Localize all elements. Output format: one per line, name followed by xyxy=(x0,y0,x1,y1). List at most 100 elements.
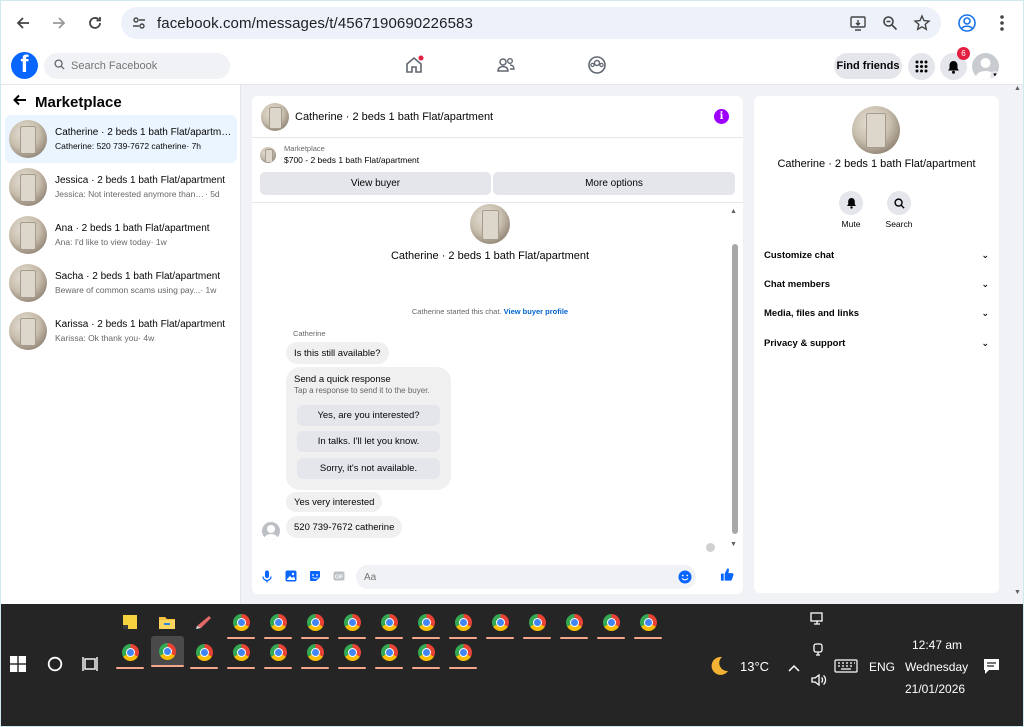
conversation-name: Catherine · 2 beds 1 bath Flat/apartment xyxy=(55,127,233,138)
microphone-icon[interactable] xyxy=(260,569,274,583)
page-scrollbar[interactable]: ▲ ▼ xyxy=(1013,85,1023,605)
chrome-icon[interactable] xyxy=(375,608,403,639)
menu-chat-members[interactable]: Chat members ⌄ xyxy=(764,274,989,294)
account-avatar[interactable]: ▾ xyxy=(972,53,999,80)
url-text[interactable]: facebook.com/messages/t/4567190690226583 xyxy=(157,15,473,32)
chrome-icon[interactable] xyxy=(338,638,366,669)
quick-response-subtitle: Tap a response to send it to the buyer. xyxy=(294,386,430,395)
bookmark-star-icon[interactable] xyxy=(913,14,931,37)
chrome-icon[interactable] xyxy=(412,638,440,669)
keyboard-icon[interactable] xyxy=(834,659,858,678)
chrome-icon[interactable] xyxy=(264,638,292,669)
view-buyer-profile-link[interactable]: View buyer profile xyxy=(504,307,568,316)
sticky-notes-icon[interactable] xyxy=(116,608,144,636)
clock-day[interactable]: Wednesday xyxy=(905,660,968,674)
back-icon[interactable] xyxy=(5,5,41,41)
quick-reply-button[interactable]: Yes, are you interested? xyxy=(297,405,440,426)
chrome-icon[interactable] xyxy=(449,608,477,639)
chrome-icon[interactable] xyxy=(338,608,366,639)
info-icon[interactable]: i xyxy=(714,109,729,124)
search-chat-button[interactable]: Search xyxy=(879,191,919,229)
find-friends-button[interactable]: Find friends xyxy=(834,53,902,79)
scroll-down-icon[interactable]: ▼ xyxy=(730,541,737,548)
menu-media-files[interactable]: Media, files and links ⌄ xyxy=(764,303,989,323)
reload-icon[interactable] xyxy=(77,5,113,41)
quick-reply-button[interactable]: In talks. I'll let you know. xyxy=(297,431,440,452)
chrome-icon[interactable] xyxy=(449,638,477,669)
site-settings-icon[interactable] xyxy=(131,15,147,36)
chrome-icon[interactable] xyxy=(301,608,329,639)
facebook-search[interactable] xyxy=(44,53,230,79)
scroll-thumb[interactable] xyxy=(732,244,738,534)
notifications-button[interactable]: 6 xyxy=(940,47,970,80)
chrome-icon[interactable] xyxy=(523,608,551,639)
conversation-item[interactable]: Sacha · 2 beds 1 bath Flat/apartment Bew… xyxy=(5,259,237,307)
chrome-icon[interactable] xyxy=(486,608,514,639)
install-app-icon[interactable] xyxy=(849,14,867,37)
conversation-item[interactable]: Catherine · 2 beds 1 bath Flat/apartment… xyxy=(5,115,237,163)
conversation-item[interactable]: Ana · 2 beds 1 bath Flat/apartment Ana: … xyxy=(5,211,237,259)
windows-start-icon[interactable] xyxy=(10,656,26,677)
facebook-logo-icon[interactable]: f xyxy=(11,52,38,79)
chrome-icon[interactable] xyxy=(227,638,255,669)
browser-menu-icon[interactable] xyxy=(997,13,1007,38)
volume-icon[interactable] xyxy=(810,672,828,693)
conversation-item[interactable]: Karissa · 2 beds 1 bath Flat/apartment K… xyxy=(5,307,237,355)
scroll-down-icon[interactable]: ▼ xyxy=(1014,589,1021,596)
temperature[interactable]: 13°C xyxy=(740,659,769,674)
menu-customize-chat[interactable]: Customize chat ⌄ xyxy=(764,245,989,265)
mute-button[interactable]: Mute xyxy=(831,191,871,229)
chrome-icon[interactable] xyxy=(412,608,440,639)
gif-icon[interactable]: GIF xyxy=(332,569,346,583)
network-icon[interactable] xyxy=(810,612,826,631)
profile-icon[interactable] xyxy=(957,13,977,38)
sticker-icon[interactable] xyxy=(308,569,322,583)
conversation-item[interactable]: Jessica · 2 beds 1 bath Flat/apartment J… xyxy=(5,163,237,211)
chrome-icon[interactable] xyxy=(116,638,144,669)
chrome-icon[interactable] xyxy=(301,638,329,669)
search-input[interactable] xyxy=(71,60,221,72)
thumbs-up-icon[interactable] xyxy=(720,567,734,581)
chat-scrollbar[interactable]: ▲ ▼ xyxy=(730,208,739,553)
chrome-icon[interactable] xyxy=(560,608,588,639)
language-indicator[interactable]: ENG xyxy=(869,660,895,674)
menu-privacy-support[interactable]: Privacy & support ⌄ xyxy=(764,333,989,353)
marketplace-listing[interactable]: Marketplace $700 - 2 beds 1 bath Flat/ap… xyxy=(260,144,419,165)
chrome-icon[interactable] xyxy=(634,608,662,639)
chrome-icon[interactable] xyxy=(264,608,292,639)
chat-title[interactable]: Catherine · 2 beds 1 bath Flat/apartment xyxy=(295,111,493,123)
chevron-up-icon[interactable] xyxy=(788,660,800,678)
scroll-up-icon[interactable]: ▲ xyxy=(730,208,737,215)
scroll-up-icon[interactable]: ▲ xyxy=(1014,85,1021,92)
snipping-tool-icon[interactable] xyxy=(190,608,218,636)
chrome-icon[interactable] xyxy=(375,638,403,669)
chrome-icon[interactable] xyxy=(190,638,218,669)
address-bar[interactable]: facebook.com/messages/t/4567190690226583 xyxy=(121,7,941,39)
chat-avatar[interactable] xyxy=(261,102,289,131)
task-view-icon[interactable] xyxy=(82,656,100,677)
clock-date[interactable]: 21/01/2026 xyxy=(905,682,965,696)
cortana-icon[interactable] xyxy=(47,656,63,677)
chrome-icon[interactable] xyxy=(151,636,184,667)
home-icon[interactable] xyxy=(404,55,424,80)
clock-time[interactable]: 12:47 am xyxy=(912,638,962,652)
more-options-button[interactable]: More options xyxy=(493,172,735,195)
message-input-box[interactable] xyxy=(356,565,696,589)
action-center-icon[interactable] xyxy=(983,658,1000,680)
view-buyer-button[interactable]: View buyer xyxy=(260,172,491,195)
weather-moon-icon[interactable] xyxy=(708,655,730,682)
groups-icon[interactable] xyxy=(587,55,607,80)
zoom-icon[interactable] xyxy=(881,14,899,37)
chrome-icon[interactable] xyxy=(227,608,255,639)
friends-icon[interactable] xyxy=(496,55,516,80)
file-explorer-icon[interactable] xyxy=(153,608,181,639)
chrome-icon[interactable] xyxy=(597,608,625,639)
menu-grid-icon[interactable] xyxy=(908,53,935,80)
photo-icon[interactable] xyxy=(284,569,298,583)
message-input[interactable] xyxy=(364,571,664,583)
emoji-icon[interactable] xyxy=(678,570,692,589)
quick-reply-button[interactable]: Sorry, it's not available. xyxy=(297,458,440,479)
back-arrow-icon[interactable] xyxy=(13,93,27,111)
forward-icon[interactable] xyxy=(41,5,77,41)
headset-icon[interactable] xyxy=(811,642,825,661)
